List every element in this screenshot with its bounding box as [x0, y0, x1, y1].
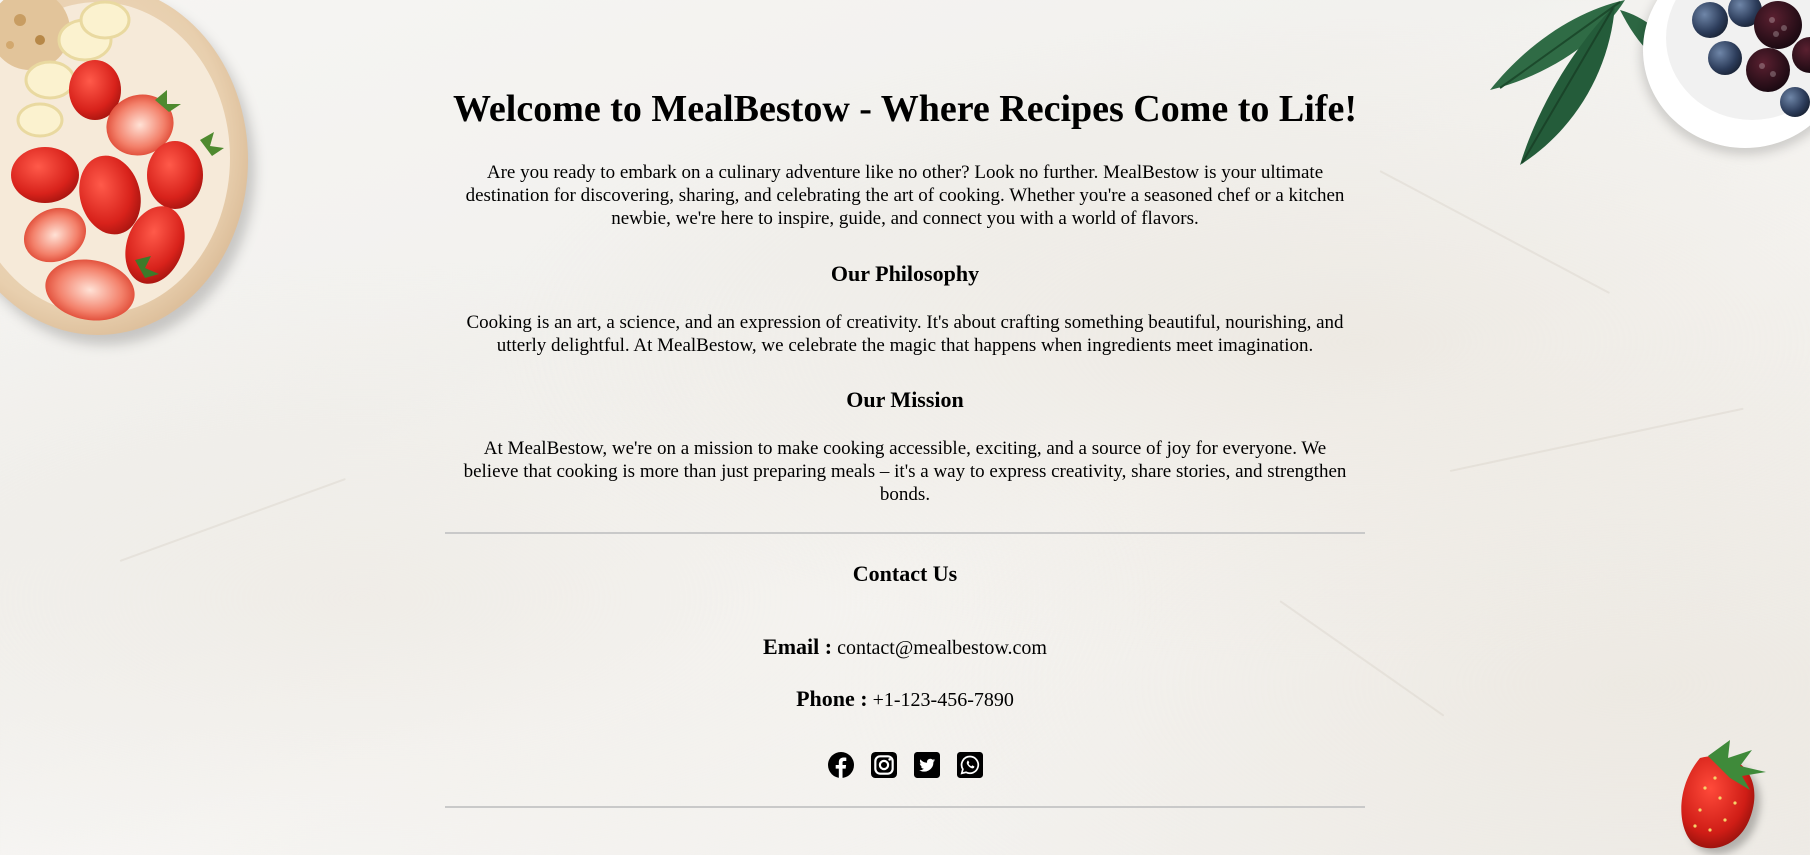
facebook-icon[interactable]: [827, 752, 854, 778]
marble-vein: [119, 477, 346, 562]
instagram-icon[interactable]: [870, 752, 897, 778]
page-title: Welcome to MealBestow - Where Recipes Co…: [453, 88, 1357, 130]
contact-phone-line: Phone : +1-123-456-7890: [445, 685, 1365, 714]
intro-paragraph: Are you ready to embark on a culinary ad…: [465, 162, 1345, 229]
philosophy-paragraph: Cooking is an art, a science, and an exp…: [466, 312, 1344, 356]
marble-vein: [1379, 170, 1611, 294]
mission-heading: Our Mission: [846, 387, 964, 412]
email-label: Email :: [763, 634, 833, 659]
marble-vein: [1449, 407, 1744, 472]
twitter-icon[interactable]: [913, 752, 940, 778]
berries-leaves-image: [1490, 0, 1810, 165]
email-value[interactable]: contact@mealbestow.com: [837, 637, 1047, 659]
section-divider: [445, 806, 1365, 808]
contact-title: Contact Us: [852, 561, 958, 586]
mission-paragraph: At MealBestow, we're on a mission to mak…: [463, 438, 1347, 505]
contact-email-line: Email : contact@mealbestow.com: [445, 633, 1365, 662]
phone-label: Phone :: [796, 686, 868, 711]
social-links: [445, 752, 1365, 778]
section-divider: [445, 532, 1365, 534]
phone-value[interactable]: +1-123-456-7890: [873, 689, 1014, 711]
strawberry-image: [1681, 740, 1766, 855]
philosophy-heading: Our Philosophy: [830, 261, 980, 286]
whatsapp-icon[interactable]: [956, 752, 983, 778]
fruit-bowl-image: [0, 0, 255, 345]
